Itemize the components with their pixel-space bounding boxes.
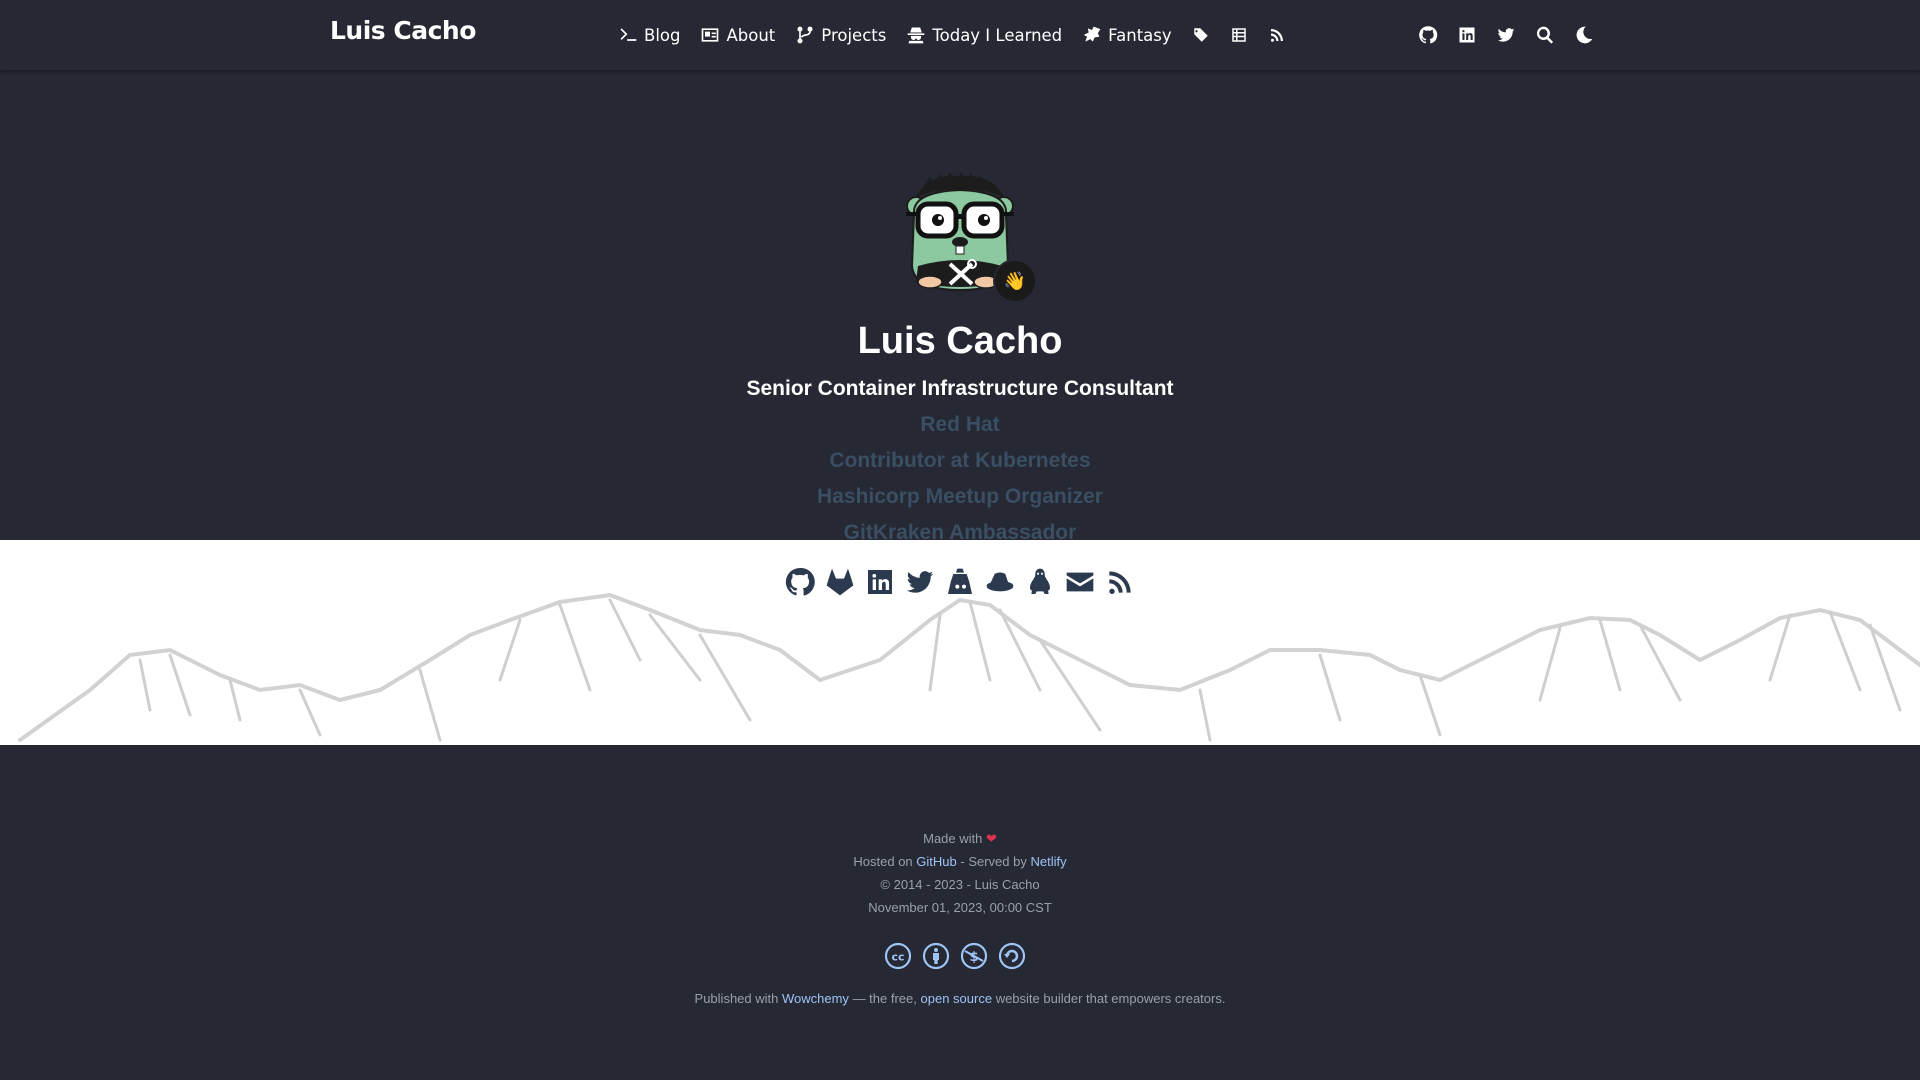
status-emoji-badge: 👋	[993, 259, 1037, 303]
github-icon	[1419, 26, 1438, 44]
nav-item-about[interactable]: About	[700, 25, 775, 45]
nav-menu: Blog About Projects Today I Learned Fant…	[618, 22, 1286, 48]
tags-icon	[1193, 28, 1208, 42]
heart-icon: ❤	[985, 831, 997, 846]
social-linux-link[interactable]	[1024, 566, 1056, 598]
nav-item-blog[interactable]: Blog	[618, 25, 680, 45]
social-gitlab-link[interactable]	[824, 566, 856, 598]
code-branch-icon	[797, 26, 813, 44]
envelope-icon	[1066, 572, 1094, 592]
gitlab-icon	[826, 568, 854, 596]
site-brand[interactable]: Luis Cacho	[330, 16, 476, 45]
cc-nc-icon: $	[960, 942, 988, 970]
rss-icon	[1109, 571, 1131, 594]
svg-text:cc: cc	[891, 951, 904, 964]
theme-toggle-button[interactable]	[1573, 24, 1595, 46]
wowchemy-link[interactable]: Wowchemy	[782, 991, 849, 1006]
nav-search-button[interactable]	[1534, 24, 1556, 46]
site-footer: Made with ❤ Hosted on GitHub - Served by…	[0, 745, 1920, 1080]
terminal-icon	[620, 28, 637, 41]
rss-icon	[1270, 29, 1283, 42]
license-badges[interactable]: cc $	[884, 942, 1026, 970]
social-email-link[interactable]	[1064, 566, 1096, 598]
org-line: Red Hat	[920, 413, 1000, 436]
hosted-on-text: Hosted on	[853, 854, 913, 869]
user-secret-icon	[908, 27, 925, 44]
nav-item-label: Projects	[821, 25, 887, 45]
profile-name: Luis Cacho	[857, 320, 1063, 362]
nav-item-fantasy[interactable]: Fantasy	[1082, 25, 1172, 45]
cc-icon: cc	[884, 942, 912, 970]
netlify-link[interactable]: Netlify	[1030, 854, 1066, 869]
cc-sa-icon	[998, 942, 1026, 970]
served-by-text: - Served by	[960, 854, 1027, 869]
twitter-icon	[906, 571, 934, 593]
published-with-text: Published with	[694, 991, 779, 1006]
nav-item-label: About	[726, 25, 776, 45]
social-keybase-link[interactable]	[944, 566, 976, 598]
org-line: Hashicorp Meetup Organizer	[817, 485, 1103, 508]
redhat-icon	[986, 572, 1014, 592]
keybase-icon	[948, 568, 972, 594]
last-updated-date: November 01, 2023, 00:00 CST	[868, 900, 1052, 915]
social-github-link[interactable]	[784, 566, 816, 598]
nav-right-icons	[1417, 22, 1595, 48]
published-with-line: Published with Wowchemy — the free, open…	[0, 991, 1920, 1006]
social-linkedin-link[interactable]	[864, 566, 896, 598]
builder-text: website builder that empowers creators.	[995, 991, 1226, 1006]
cc-by-icon	[922, 942, 950, 970]
open-source-link[interactable]: open source	[921, 991, 993, 1006]
social-redhat-link[interactable]	[984, 566, 1016, 598]
nav-item-projects[interactable]: Projects	[795, 25, 886, 45]
made-with-line: Made with ❤	[0, 831, 1920, 847]
dragon-icon	[1083, 26, 1101, 42]
nav-item-label: Fantasy	[1108, 25, 1172, 45]
nav-linkedin-link[interactable]	[1456, 24, 1478, 46]
hosted-line: Hosted on GitHub - Served by Netlify	[0, 854, 1920, 869]
table-list-icon	[1231, 28, 1246, 42]
nav-item-til[interactable]: Today I Learned	[906, 25, 1062, 45]
free-text: — the free,	[852, 991, 917, 1006]
copyright: © 2014 - 2023 - Luis Cacho	[880, 877, 1040, 892]
mountain-banner	[0, 540, 1920, 745]
github-icon	[785, 567, 815, 596]
linkedin-icon	[868, 570, 892, 594]
navbar: Luis Cacho Blog About Projects Today I L…	[0, 0, 1920, 70]
nav-item-label: Today I Learned	[932, 25, 1063, 45]
nav-item-list[interactable]	[1230, 26, 1248, 44]
nav-item-rss[interactable]	[1268, 26, 1286, 44]
id-card-icon	[702, 28, 719, 42]
social-links	[784, 564, 1136, 600]
moon-icon	[1576, 26, 1593, 44]
github-link[interactable]: GitHub	[916, 854, 956, 869]
profile-role: Senior Container Infrastructure Consulta…	[746, 377, 1174, 400]
social-rss-link[interactable]	[1104, 566, 1136, 598]
twitter-icon	[1497, 28, 1515, 42]
social-twitter-link[interactable]	[904, 566, 936, 598]
nav-twitter-link[interactable]	[1495, 24, 1517, 46]
profile-hero: 👋 Luis Cacho Senior Container Infrastruc…	[0, 70, 1920, 544]
linux-icon	[1030, 568, 1050, 594]
nav-item-label: Blog	[644, 25, 681, 45]
nav-item-tags[interactable]	[1192, 26, 1210, 44]
nav-github-link[interactable]	[1417, 24, 1439, 46]
org-line: Contributor at Kubernetes	[829, 449, 1091, 472]
search-icon	[1536, 26, 1554, 44]
made-with-text: Made with	[923, 831, 983, 846]
linkedin-icon	[1459, 27, 1475, 43]
